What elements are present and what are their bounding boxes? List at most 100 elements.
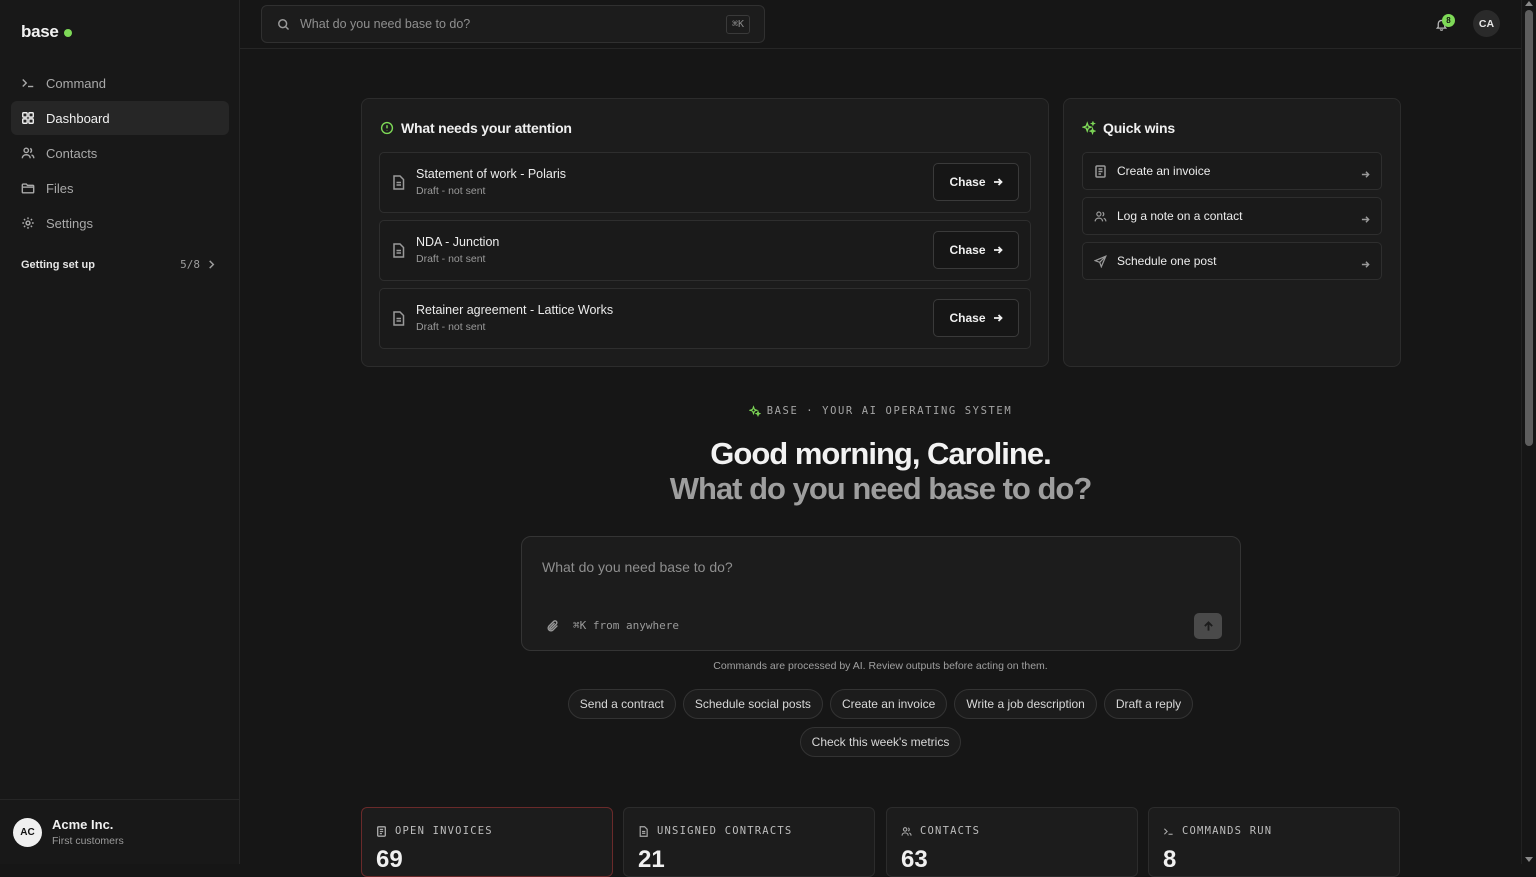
sidebar-item-label: Contacts bbox=[46, 145, 98, 161]
quick-win-create-invoice[interactable]: Create an invoice bbox=[1082, 152, 1382, 190]
arrow-right-icon bbox=[993, 178, 1003, 186]
getting-set-up[interactable]: Getting set up 5/8 bbox=[21, 258, 217, 271]
chase-button[interactable]: Chase bbox=[933, 231, 1019, 269]
sidebar-item-label: Files bbox=[46, 180, 74, 196]
stat-label-text: CONTACTS bbox=[920, 825, 981, 837]
arrow-right-icon bbox=[1361, 256, 1370, 274]
sparkle-icon bbox=[1082, 121, 1096, 135]
arrow-right-icon bbox=[1361, 211, 1370, 229]
stat-value: 21 bbox=[638, 846, 665, 873]
setup-progress: 5/8 bbox=[180, 258, 200, 271]
scroll-up-arrow[interactable] bbox=[1525, 1, 1533, 6]
attention-panel: What needs your attention Statement of w… bbox=[361, 98, 1049, 367]
stat-card-unsigned-contracts[interactable]: UNSIGNED CONTRACTS 21 bbox=[623, 807, 875, 877]
search-icon bbox=[278, 18, 290, 30]
sidebar-item-command[interactable]: Command bbox=[11, 66, 229, 100]
attention-item-title: NDA - Junction bbox=[416, 235, 500, 249]
stat-value: 63 bbox=[901, 846, 928, 873]
attention-item-status: Draft - not sent bbox=[416, 321, 486, 333]
page-scrollbar[interactable] bbox=[1521, 0, 1536, 864]
suggestion-chip[interactable]: Send a contract bbox=[567, 689, 676, 719]
scroll-down-arrow[interactable] bbox=[1525, 857, 1533, 862]
notifications-button[interactable]: 8 bbox=[1435, 14, 1455, 33]
arrow-right-icon bbox=[993, 246, 1003, 254]
quick-win-label: Log a note on a contact bbox=[1117, 209, 1243, 223]
command-composer[interactable]: What do you need base to do? ⌘K from any… bbox=[521, 536, 1241, 651]
hero-eyebrow: BASE · YOUR AI OPERATING SYSTEM bbox=[0, 405, 1536, 420]
sidebar-item-contacts[interactable]: Contacts bbox=[11, 136, 229, 170]
quick-win-log-note[interactable]: Log a note on a contact bbox=[1082, 197, 1382, 235]
page-subtitle: What do you need base to do? bbox=[669, 471, 1093, 506]
sidebar-item-files[interactable]: Files bbox=[11, 171, 229, 205]
paperclip-icon[interactable] bbox=[546, 619, 560, 638]
suggestion-chip[interactable]: Create an invoice bbox=[829, 689, 948, 719]
chevron-right-icon bbox=[209, 260, 215, 269]
org-name: Acme Inc. bbox=[52, 817, 114, 832]
invoice-icon bbox=[377, 825, 386, 837]
quick-win-label: Create an invoice bbox=[1117, 164, 1211, 178]
sidebar-item-label: Dashboard bbox=[46, 110, 110, 126]
send-button[interactable] bbox=[1194, 613, 1222, 639]
stat-label: UNSIGNED CONTRACTS bbox=[638, 825, 792, 837]
document-icon bbox=[392, 311, 406, 326]
attention-item[interactable]: NDA - Junction Draft - not sent Chase bbox=[379, 220, 1031, 281]
stat-card-commands-run[interactable]: COMMANDS RUN 8 bbox=[1148, 807, 1400, 877]
suggestion-chip[interactable]: Write a job description bbox=[954, 689, 1097, 719]
suggestion-chip[interactable]: Schedule social posts bbox=[682, 689, 823, 719]
user-avatar[interactable]: CA bbox=[1473, 10, 1500, 37]
document-icon bbox=[392, 175, 406, 190]
sidebar-item-dashboard[interactable]: Dashboard bbox=[11, 101, 229, 135]
search-placeholder: What do you need base to do? bbox=[300, 17, 471, 31]
attention-item[interactable]: Statement of work - Polaris Draft - not … bbox=[379, 152, 1031, 213]
quick-win-schedule-post[interactable]: Schedule one post bbox=[1082, 242, 1382, 280]
stat-label-text: COMMANDS RUN bbox=[1182, 825, 1273, 837]
search-input[interactable]: What do you need base to do? ⌘K bbox=[261, 5, 765, 43]
quick-win-label: Schedule one post bbox=[1117, 254, 1217, 268]
notification-badge: 8 bbox=[1442, 14, 1455, 27]
topbar: What do you need base to do? ⌘K 8 CA bbox=[240, 0, 1521, 49]
sidebar-item-label: Command bbox=[46, 75, 106, 91]
ai-disclaimer: Commands are processed by AI. Review out… bbox=[713, 660, 1048, 672]
document-icon bbox=[639, 825, 648, 837]
document-icon bbox=[392, 243, 406, 258]
stat-label: CONTACTS bbox=[901, 825, 980, 837]
stat-label-text: UNSIGNED CONTRACTS bbox=[657, 825, 793, 837]
hero-eyebrow-text: BASE · YOUR AI OPERATING SYSTEM bbox=[766, 405, 1013, 417]
users-icon bbox=[1094, 210, 1107, 223]
stat-card-open-invoices[interactable]: OPEN INVOICES 69 bbox=[361, 807, 613, 877]
brand-logo[interactable]: base bbox=[21, 22, 72, 42]
grid-icon bbox=[21, 111, 35, 125]
composer-placeholder: What do you need base to do? bbox=[542, 559, 733, 575]
sidebar-item-settings[interactable]: Settings bbox=[11, 206, 229, 240]
attention-item-title: Statement of work - Polaris bbox=[416, 167, 567, 181]
brand-name: base bbox=[21, 22, 59, 41]
stat-card-contacts[interactable]: CONTACTS 63 bbox=[886, 807, 1138, 877]
quick-wins-title: Quick wins bbox=[1082, 120, 1175, 136]
attention-title: What needs your attention bbox=[380, 120, 572, 136]
brand-status-dot bbox=[63, 29, 72, 37]
sparkle-icon bbox=[748, 405, 761, 417]
chase-label: Chase bbox=[949, 243, 986, 257]
quick-wins-title-text: Quick wins bbox=[1103, 120, 1175, 136]
terminal-icon bbox=[1163, 827, 1173, 835]
stat-value: 69 bbox=[376, 846, 403, 873]
attention-item[interactable]: Retainer agreement - Lattice Works Draft… bbox=[379, 288, 1031, 349]
chase-button[interactable]: Chase bbox=[933, 299, 1019, 337]
stat-label-text: OPEN INVOICES bbox=[395, 825, 493, 837]
suggestion-chip[interactable]: Draft a reply bbox=[1103, 689, 1194, 719]
chase-button[interactable]: Chase bbox=[933, 163, 1019, 201]
scroll-thumb[interactable] bbox=[1525, 10, 1533, 446]
arrow-right-icon bbox=[993, 314, 1003, 322]
attention-title-text: What needs your attention bbox=[401, 120, 572, 136]
suggestion-chip[interactable]: Check this week's metrics bbox=[799, 727, 962, 757]
attention-item-status: Draft - not sent bbox=[416, 185, 486, 197]
arrow-right-icon bbox=[1361, 166, 1370, 184]
users-icon bbox=[21, 146, 35, 160]
sidebar-item-label: Settings bbox=[46, 215, 93, 231]
attention-item-status: Draft - not sent bbox=[416, 253, 486, 265]
org-switcher[interactable]: AC Acme Inc. First customers bbox=[0, 799, 239, 864]
arrow-up-icon bbox=[1203, 620, 1213, 631]
users-icon bbox=[901, 826, 912, 836]
sidebar: base Command Dashboard Contacts Files Se… bbox=[0, 0, 240, 864]
org-avatar: AC bbox=[13, 817, 42, 847]
